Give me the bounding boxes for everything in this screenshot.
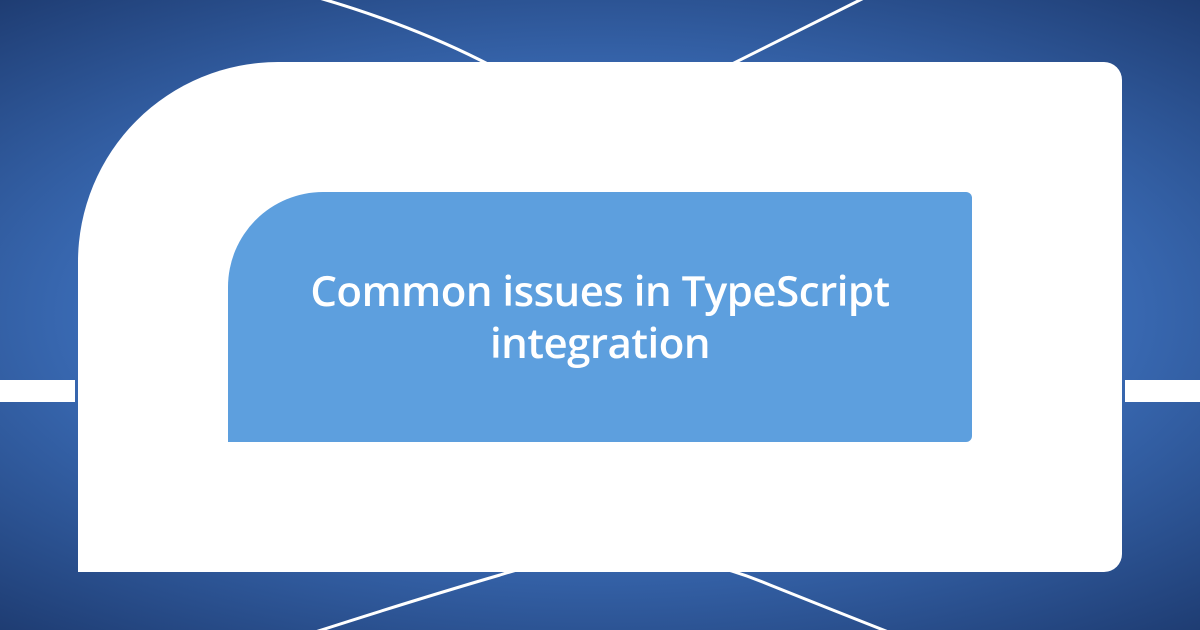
inner-panel: Common issues in TypeScript integration <box>228 192 972 442</box>
decorative-bar-left <box>0 380 75 402</box>
title-text: Common issues in TypeScript integration <box>228 265 972 370</box>
decorative-bar-right <box>1125 380 1200 402</box>
